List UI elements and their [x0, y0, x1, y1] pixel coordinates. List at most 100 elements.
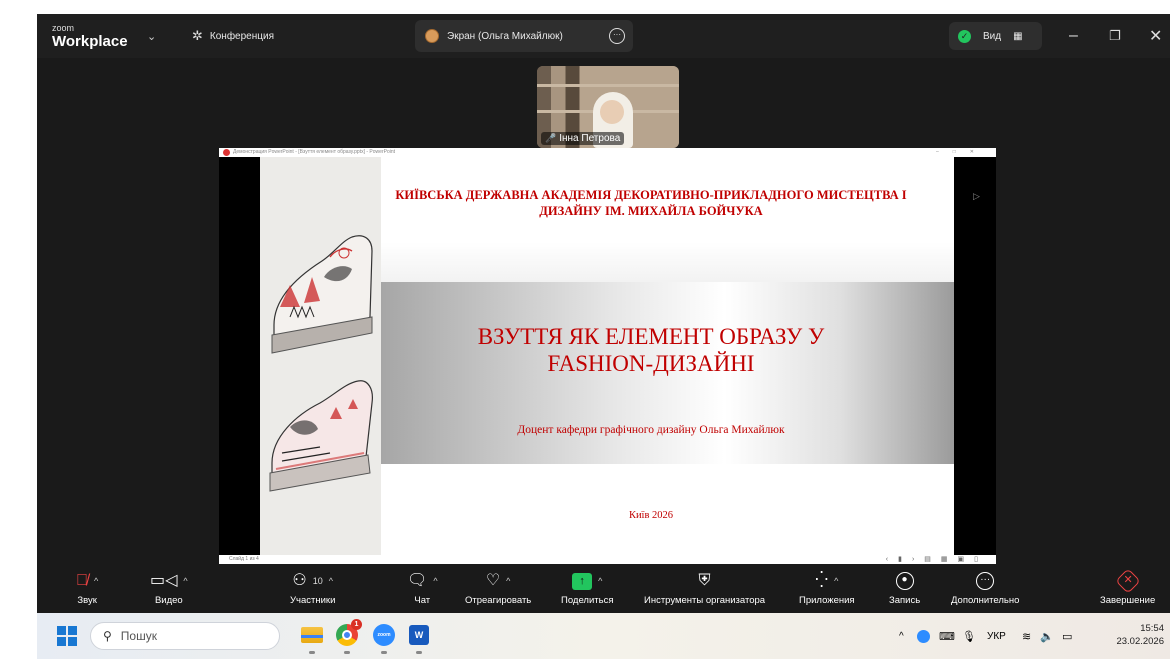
wifi-icon[interactable]: ≋	[1022, 613, 1031, 659]
zoom-meeting-toolbar: 🎙̸ ^ Звук ▭◁ ^ Видео ⚇ 10 ^ Участники 🗨 ^ Чат…	[37, 564, 1170, 613]
shared-screen-tab[interactable]: Экран (Ольга Михайлюк) ···	[415, 20, 633, 52]
video-button[interactable]: ▭◁ ^ Видео	[150, 570, 188, 606]
view-button[interactable]: ✓ Вид ▦	[949, 22, 1042, 50]
zoom-app-label: zoom	[373, 624, 395, 646]
zoom-window: zoom Workplace ⌄ ✲ Конференция Экран (Ол…	[37, 14, 1170, 613]
zoom-workplace-logo: zoom Workplace	[52, 14, 128, 58]
powerpoint-icon	[223, 149, 230, 156]
participants-options-caret-icon[interactable]: ^	[329, 570, 333, 592]
slide-counter: Слайд 1 из 4	[229, 556, 259, 562]
chevron-down-icon[interactable]: ⌄	[147, 14, 156, 58]
record-label: Запись	[889, 595, 921, 606]
camera-icon: ▭◁	[150, 572, 178, 589]
powerpoint-status-bar: Слайд 1 из 4 ‹▮›▤▦▣▯	[219, 555, 996, 564]
record-icon: ●	[895, 572, 914, 590]
participant-name-tag: 🎤 Інна Петрова	[541, 132, 625, 145]
share-button[interactable]: ↑ ^ Поделиться	[561, 570, 613, 606]
taskbar-search-box[interactable]: ⚲ Пошук	[90, 622, 280, 650]
tray-overflow-chevron-icon[interactable]: ^	[899, 613, 904, 659]
slide-title-line1: ВЗУТТЯ ЯК ЕЛЕМЕНТ ОБРАЗУ У	[477, 324, 825, 349]
zoom-app-icon[interactable]: zoom	[371, 622, 397, 654]
muted-mic-icon: 🎤	[545, 133, 557, 143]
powerpoint-title: Демонстрация PowerPoint - [Взуття елемен…	[233, 149, 395, 155]
participant-name: Інна Петрова	[559, 133, 621, 144]
share-label: Поделиться	[561, 595, 614, 606]
keyboard-icon[interactable]: ⌨	[939, 613, 955, 659]
tray-zoom-icon[interactable]	[917, 613, 930, 659]
host-tools-button[interactable]: ⛨ Инструменты организатора	[644, 570, 765, 606]
word-app-icon[interactable]: W	[406, 622, 432, 654]
audio-button[interactable]: 🎙̸ ^ Звук	[76, 570, 98, 606]
meeting-icon: ✲	[192, 28, 203, 43]
pp-status-controls[interactable]: ‹▮›▤▦▣▯	[886, 555, 988, 564]
chat-button[interactable]: 🗨 ^ Чат	[407, 570, 438, 606]
sneakers-illustration	[260, 157, 381, 555]
more-label: Дополнительно	[951, 595, 1020, 606]
chrome-icon[interactable]: 1	[334, 619, 362, 654]
restore-icon[interactable]: ❐	[1109, 14, 1121, 58]
participants-count: 10	[312, 576, 323, 586]
react-options-caret-icon[interactable]: ^	[506, 570, 510, 592]
presentation-slide: КИЇВСЬКА ДЕРЖАВНА АКАДЕМІЯ ДЕКОРАТИВНО-П…	[260, 157, 954, 555]
microphone-icon[interactable]: 🎙	[962, 613, 976, 659]
video-label: Видео	[154, 595, 183, 606]
more-button[interactable]: ··· Дополнительно	[951, 570, 1019, 606]
slide-academy-heading: КИЇВСЬКА ДЕРЖАВНА АКАДЕМІЯ ДЕКОРАТИВНО-П…	[395, 188, 907, 218]
powerpoint-title-bar: Демонстрация PowerPoint - [Взуття елемен…	[219, 148, 996, 157]
conference-label: Конференция	[209, 30, 274, 42]
end-icon: ✕	[1114, 568, 1141, 594]
taskbar-clock[interactable]: 15:54 23.02.2026	[1116, 622, 1164, 648]
clock-date: 23.02.2026	[1116, 636, 1164, 647]
word-app-label: W	[409, 625, 429, 645]
chat-label: Чат	[414, 595, 431, 606]
brand-big: Workplace	[52, 32, 128, 50]
shared-powerpoint-window: Демонстрация PowerPoint - [Взуття елемен…	[219, 148, 996, 564]
slide-author: Доцент кафедри графічного дизайну Ольга …	[517, 424, 785, 436]
participants-button[interactable]: ⚇ 10 ^ Участники	[290, 570, 335, 606]
slide-title: ВЗУТТЯ ЯК ЕЛЕМЕНТ ОБРАЗУ У FASHION-ДИЗАЙ…	[390, 323, 912, 377]
participants-label: Участники	[290, 595, 336, 606]
grid-view-icon: ▦	[1013, 30, 1023, 42]
slideshow-play-icon[interactable]: ▷	[973, 191, 980, 202]
zoom-top-bar: zoom Workplace ⌄ ✲ Конференция Экран (Ол…	[37, 14, 1170, 58]
minimize-icon[interactable]: –	[1069, 14, 1078, 58]
search-icon: ⚲	[103, 629, 112, 643]
windows-start-icon[interactable]	[57, 626, 77, 646]
participants-icon: ⚇	[292, 572, 307, 589]
volume-icon[interactable]: 🔈	[1040, 613, 1054, 659]
end-label: Завершение	[1100, 595, 1156, 606]
conference-button[interactable]: ✲ Конференция	[192, 14, 274, 58]
pp-window-controls: –□✕	[936, 149, 988, 155]
painted-sneakers-image	[260, 157, 381, 555]
audio-options-caret-icon[interactable]: ^	[94, 570, 98, 592]
presenter-avatar-icon	[425, 29, 439, 43]
react-button[interactable]: ♡ ^ Отреагировать	[465, 570, 531, 606]
participant-head	[600, 100, 624, 124]
close-icon[interactable]: ✕	[1149, 14, 1162, 58]
apps-label: Приложения	[799, 595, 855, 606]
video-options-caret-icon[interactable]: ^	[183, 570, 187, 592]
slide-title-line2: FASHION-ДИЗАЙНІ	[547, 351, 755, 376]
more-options-icon[interactable]: ···	[609, 28, 625, 44]
shared-screen-label: Экран (Ольга Михайлюк)	[447, 30, 563, 42]
battery-icon[interactable]: ▭	[1062, 613, 1072, 659]
apps-icon: ⁛	[815, 572, 829, 589]
chat-icon: 🗨	[407, 572, 428, 589]
muted-mic-icon: 🎙̸	[76, 572, 88, 589]
apps-options-caret-icon[interactable]: ^	[834, 570, 838, 592]
more-icon: ···	[976, 572, 995, 590]
participant-video-thumbnail[interactable]: 🎤 Інна Петрова	[537, 66, 679, 148]
security-shield-icon[interactable]: ✓	[958, 29, 971, 43]
heart-icon: ♡	[485, 572, 501, 589]
brand-small: zoom	[52, 22, 75, 33]
share-options-caret-icon[interactable]: ^	[598, 570, 602, 592]
record-button[interactable]: ● Запись	[889, 570, 920, 606]
end-meeting-button[interactable]: ✕ Завершение	[1100, 568, 1156, 606]
chat-options-caret-icon[interactable]: ^	[433, 570, 437, 592]
file-explorer-icon[interactable]	[299, 622, 325, 654]
apps-button[interactable]: ⁛ ^ Приложения	[799, 570, 855, 606]
host-tools-label: Инструменты организатора	[644, 595, 766, 606]
chrome-notification-badge: 1	[351, 619, 362, 630]
view-label: Вид	[983, 30, 1002, 42]
input-language[interactable]: УКР	[987, 613, 1006, 659]
